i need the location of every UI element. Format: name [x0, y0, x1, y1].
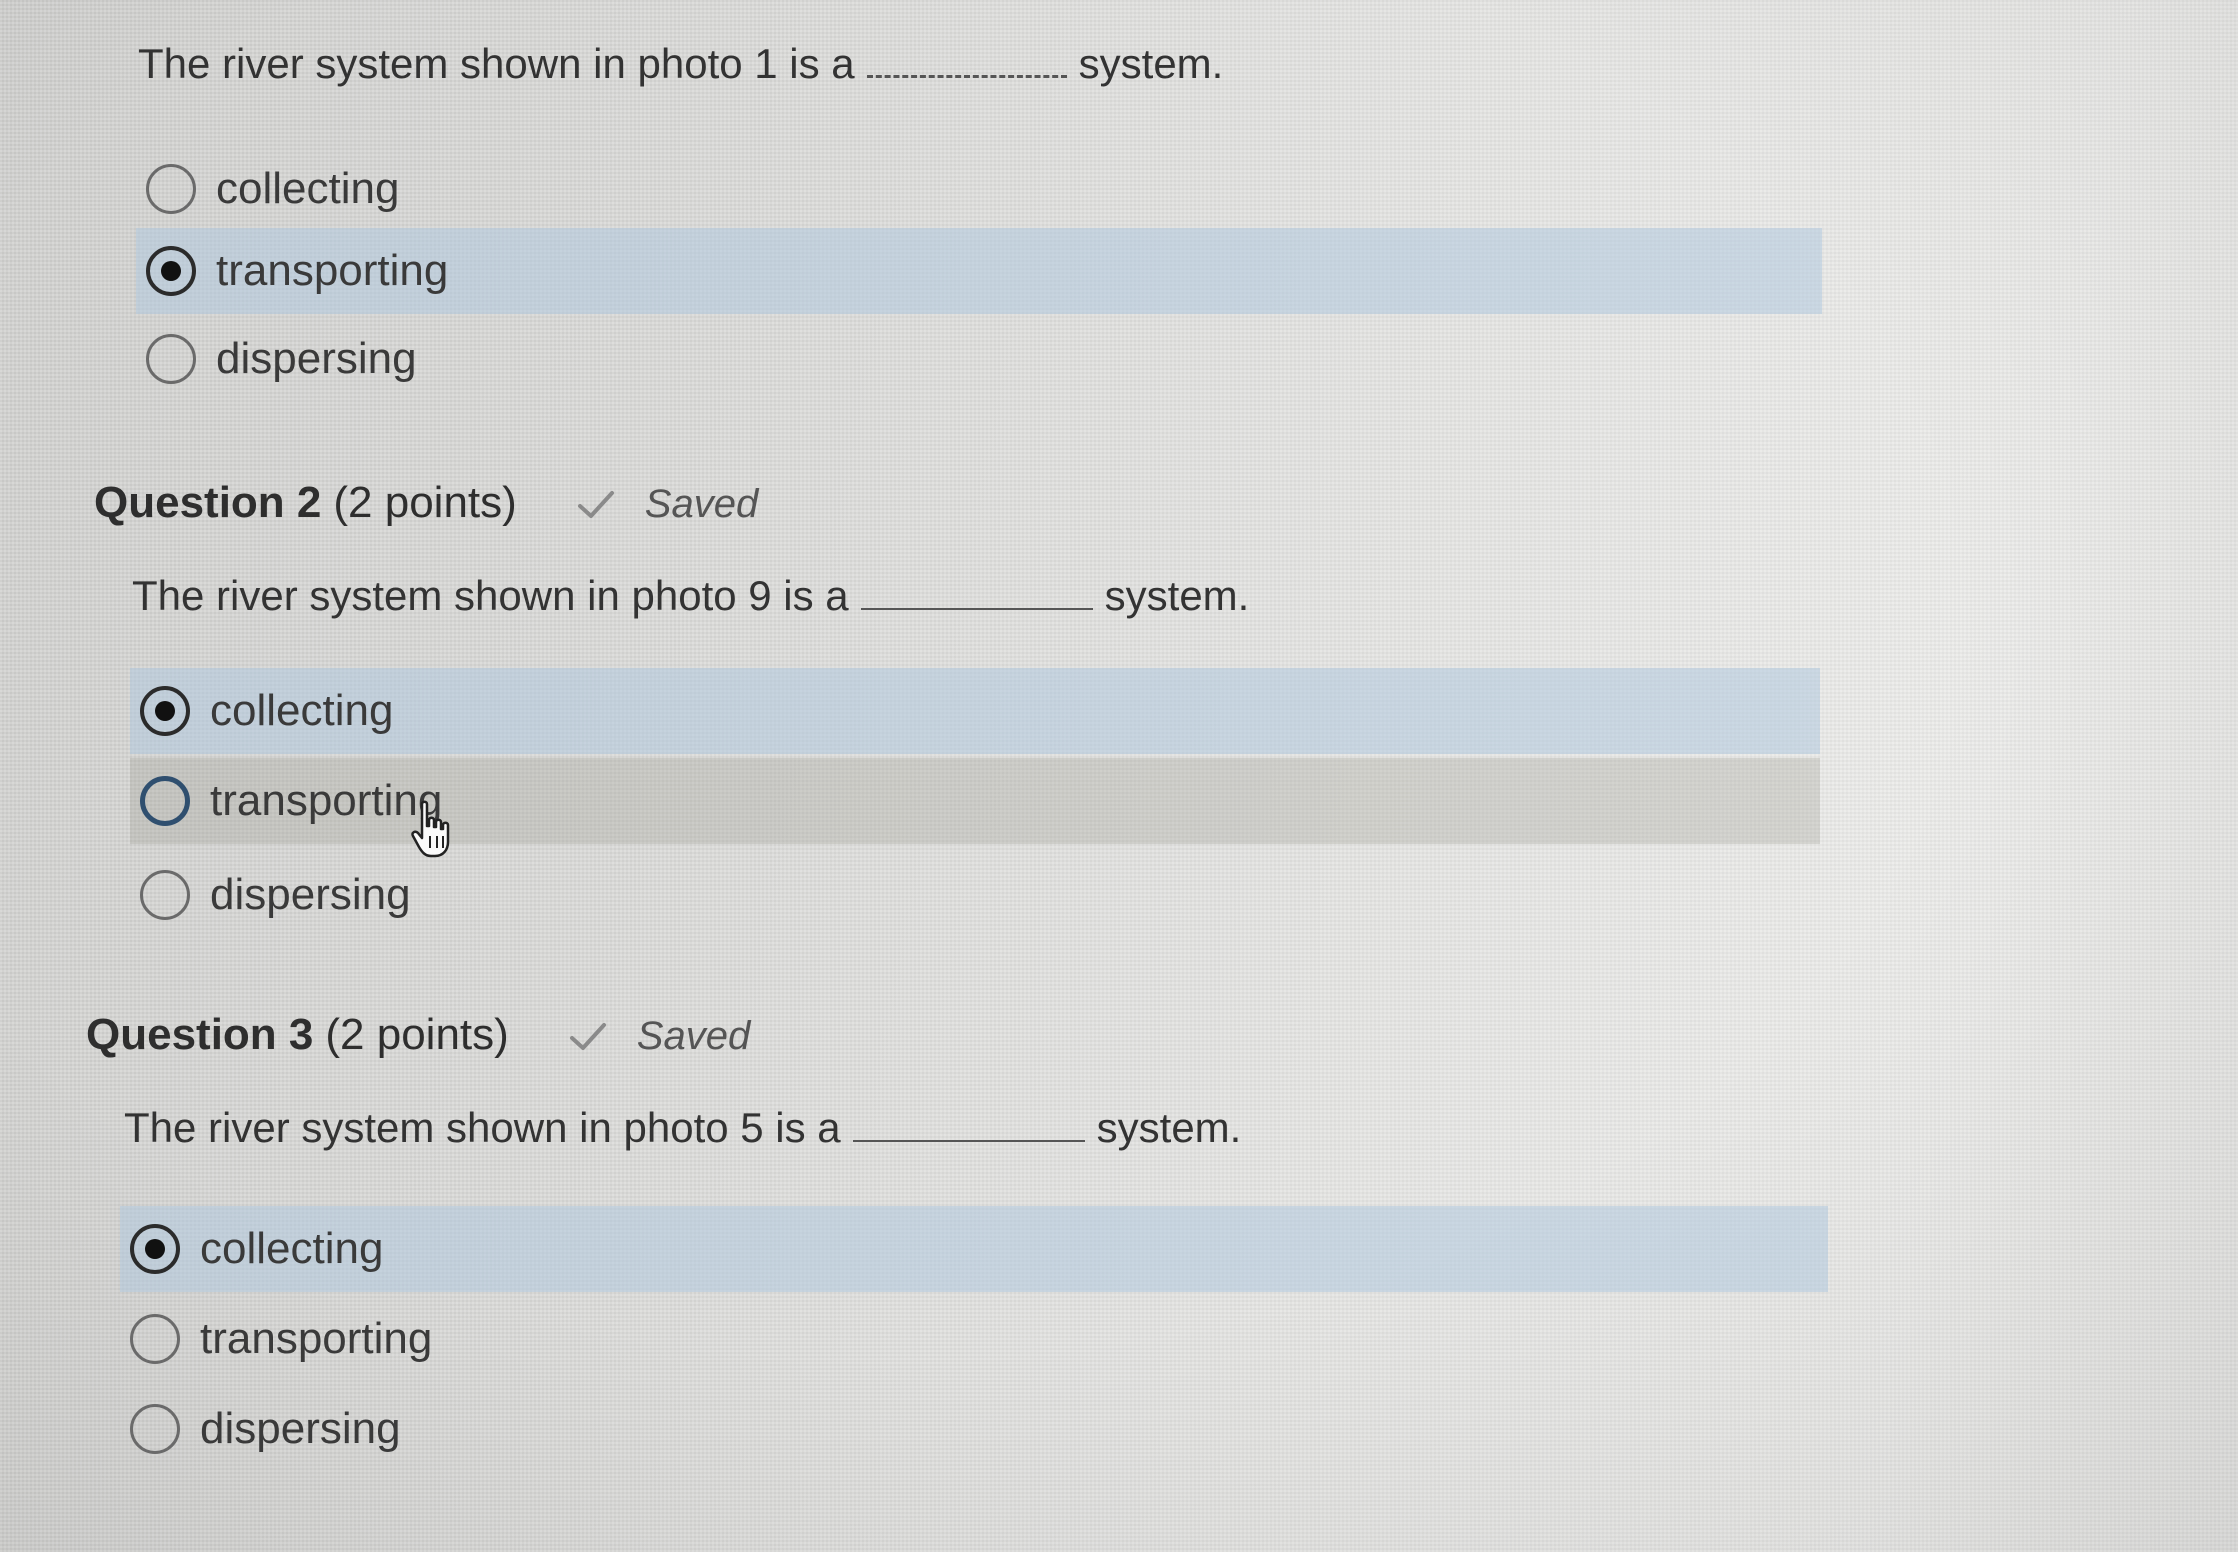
question-2-saved-status: Saved	[644, 482, 759, 526]
option-label: transporting	[216, 246, 449, 295]
question-3-blank	[852, 1110, 1085, 1142]
question-1-prompt-suffix: system.	[1078, 40, 1224, 87]
radio-button[interactable]	[130, 1404, 180, 1454]
question-3-prompt-text: The river system shown in photo 5 is a	[124, 1104, 841, 1151]
radio-button[interactable]	[146, 164, 196, 214]
option-label: transporting	[200, 1314, 433, 1363]
q1-option-collecting[interactable]: collecting	[136, 146, 1816, 232]
question-1-prompt: The river system shown in photo 1 is a s…	[138, 40, 1223, 88]
radio-button-selected[interactable]	[130, 1224, 180, 1274]
option-label: collecting	[200, 1224, 384, 1273]
radio-button-selected[interactable]	[146, 246, 196, 296]
option-label: collecting	[210, 686, 394, 735]
radio-button[interactable]	[140, 870, 190, 920]
option-label: dispersing	[216, 334, 417, 383]
question-3-prompt: The river system shown in photo 5 is a s…	[124, 1104, 1241, 1152]
question-3-saved-status: Saved	[636, 1014, 751, 1058]
q2-option-collecting[interactable]: collecting	[130, 668, 1820, 754]
question-3-points: (2 points)	[325, 1010, 509, 1059]
q3-option-collecting[interactable]: collecting	[120, 1206, 1828, 1292]
q1-option-transporting[interactable]: transporting	[136, 228, 1822, 314]
question-2-prompt: The river system shown in photo 9 is a s…	[132, 572, 1249, 620]
option-label: transporting	[210, 776, 443, 825]
radio-button[interactable]	[130, 1314, 180, 1364]
q1-option-dispersing[interactable]: dispersing	[136, 316, 1816, 402]
q3-option-transporting[interactable]: transporting	[120, 1296, 1828, 1382]
hand-pointer-icon	[411, 800, 450, 858]
question-3-prompt-suffix: system.	[1096, 1104, 1242, 1151]
q2-option-dispersing[interactable]: dispersing	[130, 852, 1820, 938]
check-icon	[569, 1023, 606, 1051]
radio-button[interactable]	[146, 334, 196, 384]
question-2-header: Question 2 (2 points) Saved	[94, 478, 758, 528]
question-3-header: Question 3 (2 points) Saved	[86, 1010, 750, 1060]
check-icon	[577, 491, 614, 519]
question-1-blank	[866, 45, 1067, 78]
q3-option-dispersing[interactable]: dispersing	[120, 1386, 1828, 1472]
option-label: collecting	[216, 164, 400, 213]
question-1-prompt-text: The river system shown in photo 1 is a	[138, 40, 855, 87]
radio-button[interactable]	[140, 776, 190, 826]
option-label: dispersing	[210, 870, 411, 919]
question-2-prompt-suffix: system.	[1104, 572, 1250, 619]
option-label: dispersing	[200, 1404, 401, 1453]
question-2-points: (2 points)	[333, 478, 517, 527]
question-2-title: Question 2	[94, 478, 322, 527]
q2-option-transporting[interactable]: transporting	[130, 758, 1820, 844]
question-2-blank	[860, 578, 1093, 610]
radio-button-selected[interactable]	[140, 686, 190, 736]
question-3-title: Question 3	[86, 1010, 314, 1059]
question-2-prompt-text: The river system shown in photo 9 is a	[132, 572, 849, 619]
